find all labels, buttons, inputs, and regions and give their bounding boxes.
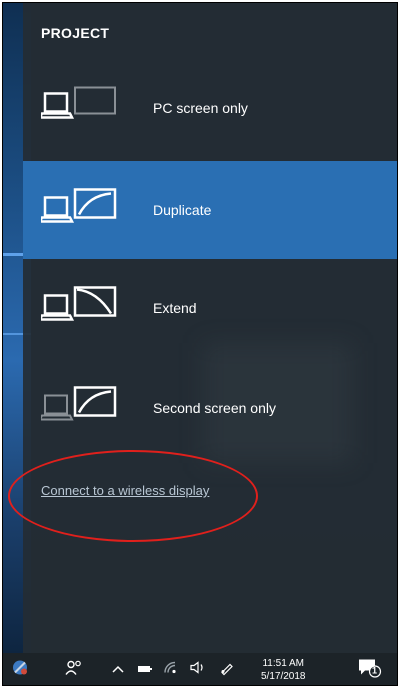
project-panel: PROJECT PC screen only Duplicate Extend … (23, 3, 397, 653)
volume-icon[interactable] (189, 661, 207, 680)
option-label: PC screen only (153, 100, 248, 116)
pc-screen-only-icon (37, 86, 141, 131)
option-label: Duplicate (153, 202, 212, 218)
duplicate-icon (37, 188, 141, 233)
option-label: Second screen only (153, 400, 276, 416)
panel-title: PROJECT (41, 25, 110, 41)
people-icon[interactable] (65, 660, 83, 681)
screenshot-frame: PROJECT PC screen only Duplicate Extend … (2, 2, 398, 686)
extend-icon (37, 286, 141, 331)
option-second-screen-only[interactable]: Second screen only (23, 359, 397, 457)
connect-wireless-display-link[interactable]: Connect to a wireless display (41, 483, 209, 498)
clock[interactable]: 11:51 AM 5/17/2018 (261, 657, 306, 683)
notification-icon[interactable]: 1 (357, 657, 383, 684)
clock-time: 11:51 AM (262, 658, 304, 669)
chevron-up-icon[interactable] (111, 661, 125, 679)
taskbar: 11:51 AM 5/17/2018 1 (3, 653, 397, 685)
app-icon[interactable] (9, 657, 31, 684)
option-pc-screen-only[interactable]: PC screen only (23, 59, 397, 157)
option-duplicate[interactable]: Duplicate (23, 161, 397, 259)
clock-date: 5/17/2018 (261, 671, 306, 682)
second-screen-only-icon (38, 386, 141, 431)
pen-icon[interactable] (219, 660, 235, 681)
option-extend[interactable]: Extend (23, 259, 397, 357)
wifi-icon[interactable] (163, 661, 179, 680)
battery-icon[interactable] (137, 661, 153, 679)
notification-count: 1 (372, 665, 378, 676)
option-label: Extend (153, 300, 197, 316)
